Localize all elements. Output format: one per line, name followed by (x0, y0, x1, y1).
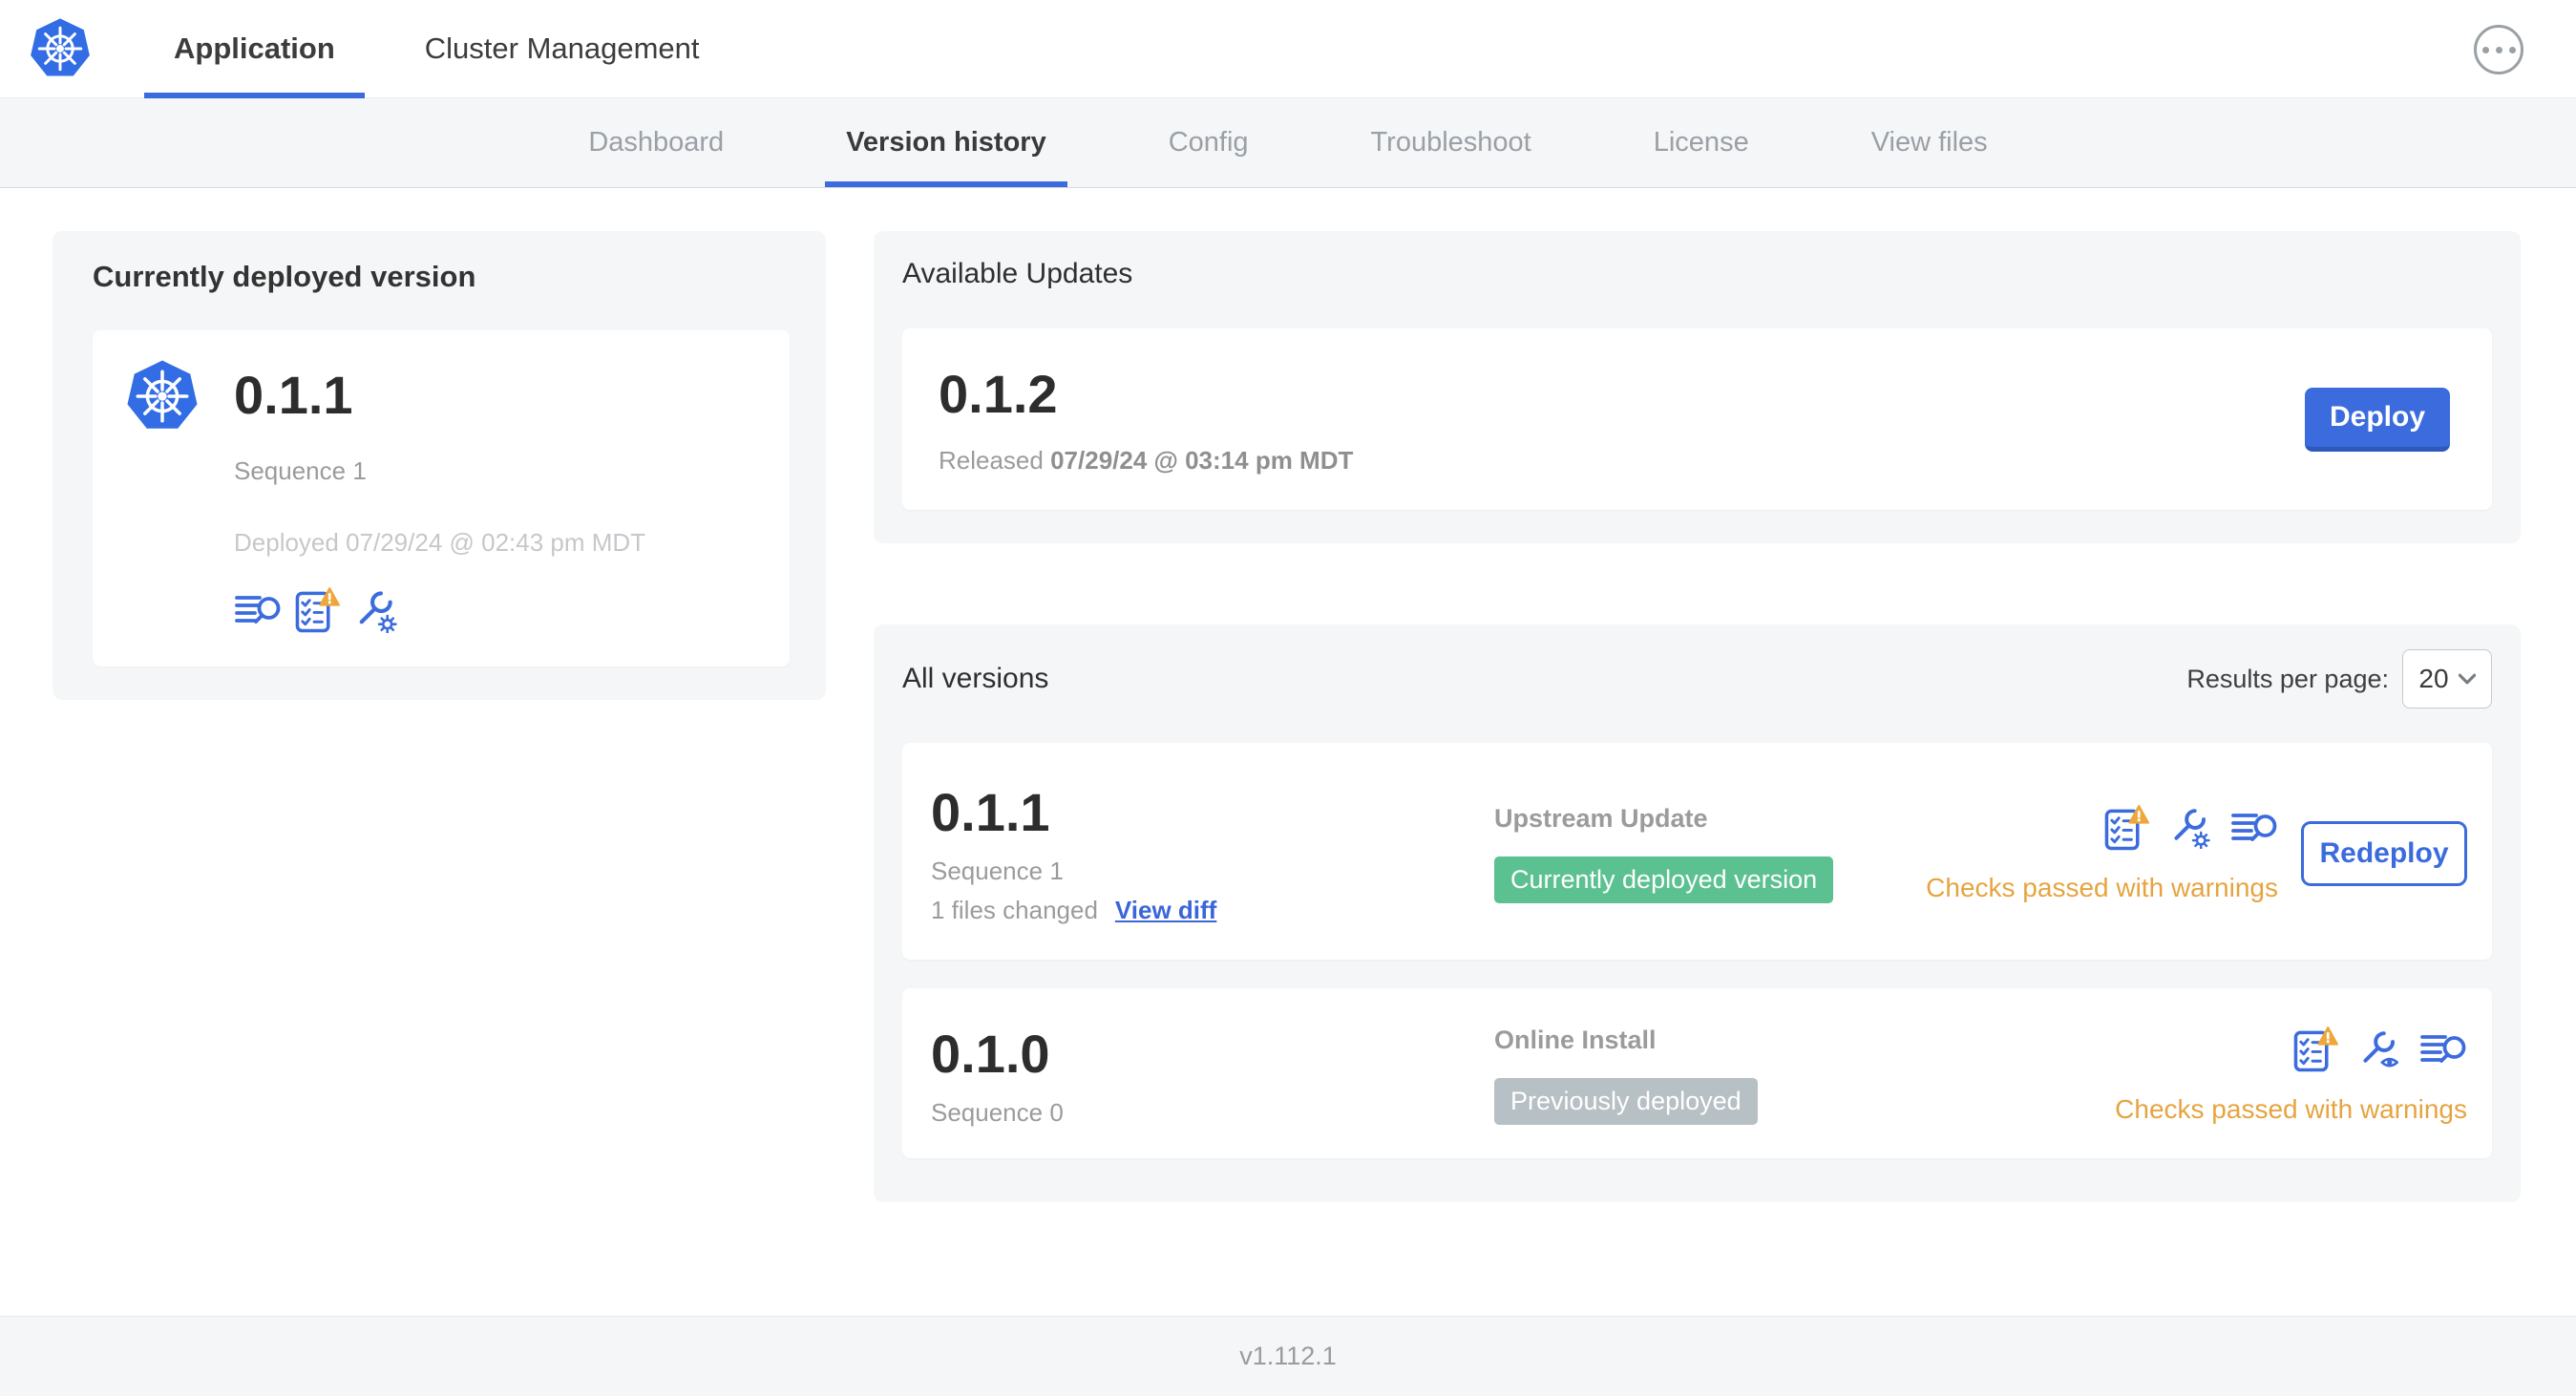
right-column: Available Updates 0.1.2 Released 07/29/2… (874, 231, 2521, 1202)
tab-application[interactable]: Application (144, 0, 365, 98)
version-row-0.1.0: 0.1.0 Sequence 0 Online Install Previous… (902, 988, 2492, 1158)
row-source-label: Upstream Update (1494, 803, 1708, 833)
top-header: Application Cluster Management (0, 0, 2576, 98)
currently-deployed-section: Currently deployed version 0.1.1 Sequenc… (53, 231, 826, 700)
subnav-item-troubleshoot[interactable]: Troubleshoot (1371, 98, 1531, 187)
all-versions-title: All versions (902, 663, 1049, 694)
files-changed-label: 1 files changed (931, 896, 1098, 924)
subnav-item-version-history[interactable]: Version history (825, 98, 1067, 187)
preflight-checks-icon[interactable] (295, 586, 340, 634)
kubernetes-logo (29, 0, 92, 97)
currently-deployed-badge: Currently deployed version (1494, 856, 1834, 903)
deploy-button[interactable]: Deploy (2305, 387, 2450, 452)
available-update-row: 0.1.2 Released 07/29/24 @ 03:14 pm MDT D… (902, 328, 2492, 510)
view-diff-link[interactable]: View diff (1115, 896, 1216, 925)
chevron-down-icon (2458, 673, 2476, 685)
config-edit-icon[interactable] (353, 588, 398, 633)
config-view-icon[interactable] (2357, 1028, 2400, 1071)
row-sequence-label: Sequence 0 (931, 1098, 1064, 1127)
kubernetes-app-icon (125, 359, 200, 634)
config-edit-icon[interactable] (2168, 806, 2211, 849)
more-menu-button[interactable] (2474, 25, 2523, 74)
deploy-logs-icon[interactable] (2419, 1030, 2467, 1068)
deployed-version-number: 0.1.1 (234, 365, 353, 425)
main-content: Currently deployed version 0.1.1 Sequenc… (0, 188, 2576, 1316)
app-footer: v1.112.1 (0, 1316, 2576, 1396)
update-version-number: 0.1.2 (939, 364, 1058, 424)
preflight-checks-icon[interactable] (2293, 1026, 2338, 1073)
subnav-item-view-files[interactable]: View files (1871, 98, 1988, 187)
results-per-page-label: Results per page: (2186, 664, 2389, 693)
row-source-label: Online Install (1494, 1026, 1657, 1054)
currently-deployed-title: Currently deployed version (93, 260, 476, 293)
console-version-label: v1.112.1 (1239, 1342, 1337, 1370)
deploy-logs-icon[interactable] (2230, 809, 2278, 847)
subnav-item-license[interactable]: License (1654, 98, 1749, 187)
subnav-item-config[interactable]: Config (1169, 98, 1249, 187)
checks-status-text[interactable]: Checks passed with warnings (1926, 873, 2278, 903)
app-subnav: Dashboard Version history Config Trouble… (0, 98, 2576, 188)
deploy-logs-icon[interactable] (234, 591, 282, 629)
currently-deployed-card: 0.1.1 Sequence 1 Deployed 07/29/24 @ 02:… (93, 330, 790, 666)
tab-cluster-management[interactable]: Cluster Management (395, 0, 729, 97)
subnav-item-dashboard[interactable]: Dashboard (588, 98, 724, 187)
results-per-page-select[interactable]: 20 (2402, 649, 2492, 709)
deployed-sequence-label: Sequence 1 (234, 456, 367, 485)
available-updates-section: Available Updates 0.1.2 Released 07/29/2… (874, 231, 2521, 543)
all-versions-section: All versions Results per page: 20 0.1.1 … (874, 624, 2521, 1202)
update-released-timestamp: Released 07/29/24 @ 03:14 pm MDT (939, 446, 1354, 475)
available-updates-title: Available Updates (902, 258, 1133, 289)
row-version-number: 0.1.1 (931, 782, 1050, 842)
row-version-number: 0.1.0 (931, 1024, 1050, 1084)
checks-status-text[interactable]: Checks passed with warnings (2115, 1094, 2467, 1125)
row-sequence-label: Sequence 1 (931, 857, 1064, 885)
deployed-timestamp: Deployed 07/29/24 @ 02:43 pm MDT (234, 528, 646, 557)
version-row-0.1.1: 0.1.1 Sequence 1 1 files changed View di… (902, 743, 2492, 960)
ellipsis-icon (2481, 46, 2516, 53)
redeploy-button[interactable]: Redeploy (2301, 820, 2467, 886)
preflight-checks-icon[interactable] (2104, 804, 2149, 852)
previously-deployed-badge: Previously deployed (1494, 1078, 1758, 1125)
